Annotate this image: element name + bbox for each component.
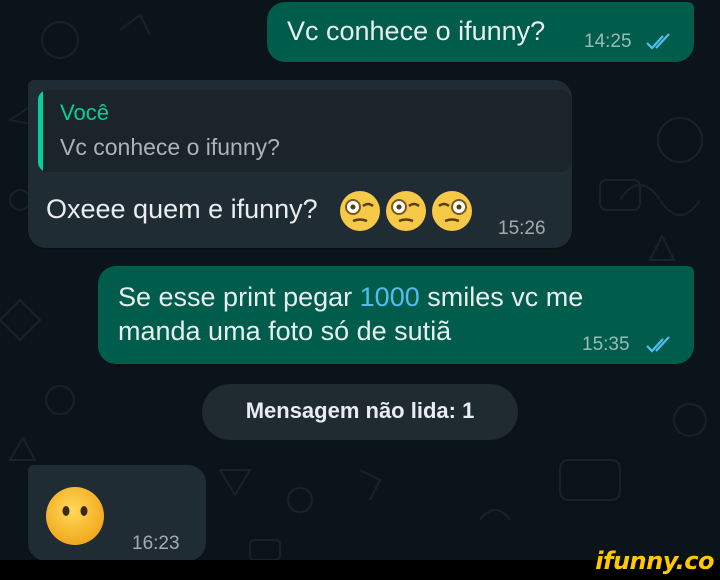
message-text: Oxeee quem e ifunny? [46, 194, 318, 224]
face-without-mouth-icon [46, 487, 104, 545]
face-with-monocle-icon [386, 191, 426, 231]
face-with-monocle-icon [432, 191, 472, 231]
message-bubble-outgoing[interactable]: Se esse print pegar 1000 smiles vc me ma… [98, 266, 694, 364]
face-with-monocle-icon [340, 191, 380, 231]
unread-messages-divider: Mensagem não lida: 1 [202, 384, 518, 440]
message-bubble-outgoing[interactable]: Vc conhece o ifunny? 14:25 [267, 2, 694, 62]
quote-author: Você [60, 100, 109, 125]
message-bubble-incoming[interactable]: 16:23 [28, 465, 206, 561]
message-time: 15:26 [498, 218, 546, 239]
double-check-read-icon [646, 336, 670, 353]
message-time: 15:35 [582, 334, 630, 355]
quote-text: Vc conhece o ifunny? [60, 134, 280, 160]
unread-divider-label: Mensagem não lida: 1 [245, 398, 475, 423]
message-text-line-1: Se esse print pegar 1000 smiles vc me [118, 282, 584, 312]
message-bubble-incoming[interactable]: Você Vc conhece o ifunny? Oxeee quem e i… [28, 80, 572, 248]
quote-accent-bar [38, 90, 43, 172]
ifunny-watermark: ifunny.co [595, 547, 714, 575]
message-time: 14:25 [584, 31, 632, 52]
message-time: 16:23 [132, 533, 180, 554]
double-check-read-icon [646, 33, 670, 50]
highlighted-number[interactable]: 1000 [360, 282, 420, 312]
message-text-line-2: manda uma foto só de sutiã [118, 316, 452, 346]
message-text: Vc conhece o ifunny? [287, 16, 546, 46]
quoted-message[interactable]: Você Vc conhece o ifunny? [38, 90, 571, 172]
